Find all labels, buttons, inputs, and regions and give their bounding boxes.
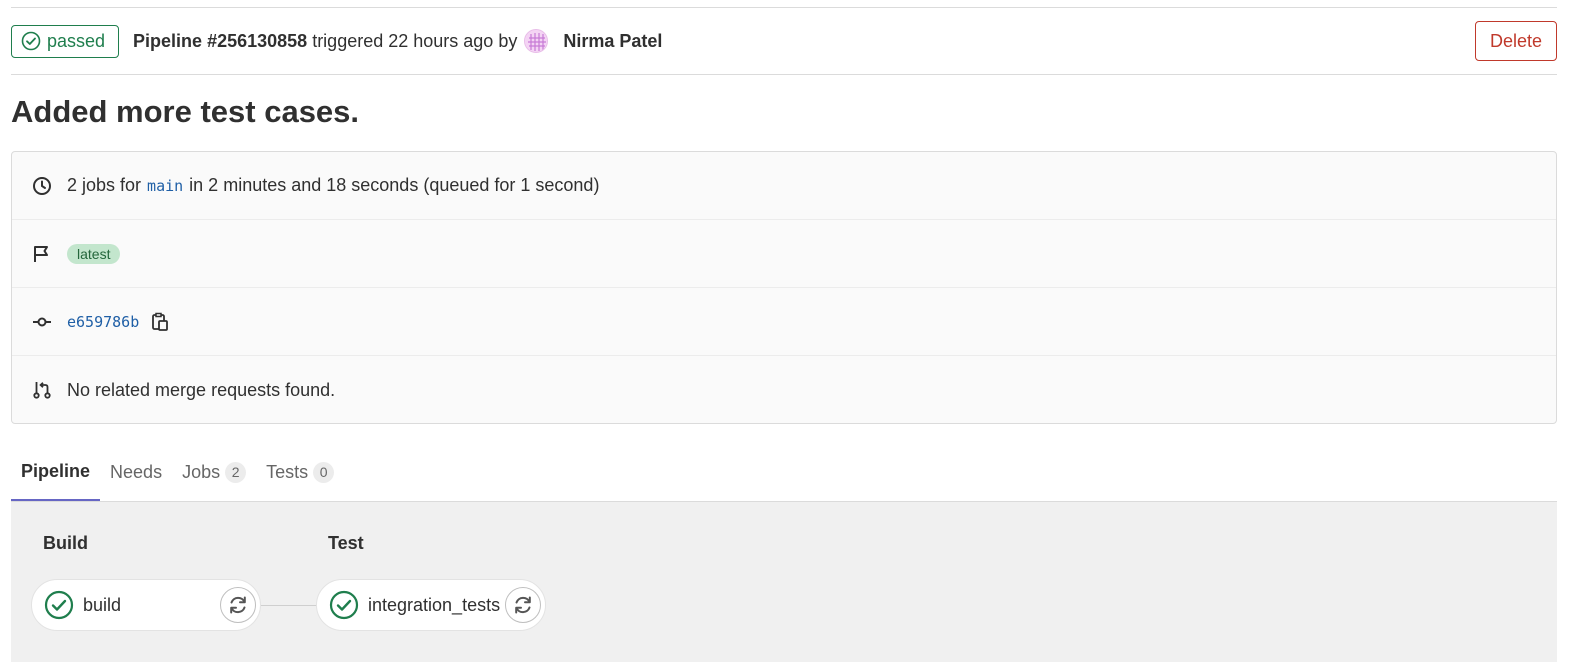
tests-count-badge: 0 [313,462,335,483]
author-name[interactable]: Nirma Patel [563,31,662,52]
copy-clipboard-icon[interactable] [151,312,169,332]
retry-icon [512,594,534,616]
merge-requests-row: No related merge requests found. [12,356,1556,424]
job-build[interactable]: build [31,579,261,631]
jobs-summary-suffix: in 2 minutes and 18 seconds (queued for … [189,175,600,195]
duration-row: 2 jobs for main in 2 minutes and 18 seco… [12,152,1556,220]
pipeline-info-panel: 2 jobs for main in 2 minutes and 18 seco… [11,151,1557,424]
check-circle-icon [329,590,359,620]
stage-title-test: Test [328,533,364,553]
pipeline-tabs: Pipeline Needs Jobs 2 Tests 0 [11,444,1557,502]
tab-needs[interactable]: Needs [100,444,172,501]
stage-title-build: Build [43,533,88,553]
branch-link[interactable]: main [147,177,183,195]
merge-request-icon [32,380,52,400]
jobs-count-badge: 2 [225,462,247,483]
job-integration-tests[interactable]: integration_tests [316,579,546,631]
commit-row: e659786b [12,288,1556,356]
retry-icon [227,594,249,616]
commit-icon [32,312,52,332]
tab-label: Needs [110,462,163,482]
pipeline-id: Pipeline #256130858 [133,30,308,51]
tab-pipeline[interactable]: Pipeline [11,444,101,501]
commit-title: Added more test cases. [11,94,360,129]
tab-label: Jobs [182,462,221,482]
commit-sha-link[interactable]: e659786b [67,313,139,331]
flag-icon [32,244,52,264]
triggered-text: triggered 22 hours ago by [312,30,518,51]
pipeline-header: passed Pipeline #256130858 triggered 22 … [11,8,1557,75]
tab-label: Pipeline [21,461,91,481]
retry-button[interactable] [505,587,541,623]
job-name: integration_tests [368,594,501,615]
pipeline-page: passed Pipeline #256130858 triggered 22 … [0,0,1582,662]
stage-connector [261,605,318,606]
status-badge-passed[interactable]: passed [11,24,120,58]
delete-button[interactable]: Delete [1474,21,1557,61]
status-label: passed [47,30,106,51]
avatar[interactable] [524,29,549,53]
check-circle-icon [21,31,41,51]
tab-tests[interactable]: Tests 0 [256,444,344,501]
clock-icon [32,176,52,196]
retry-button[interactable] [220,587,256,623]
pipeline-graph: Build Test build integration_tests [11,502,1557,662]
job-name: build [83,594,122,615]
badges-row: latest [12,220,1556,288]
jobs-summary-prefix: 2 jobs for [67,175,142,195]
tab-jobs[interactable]: Jobs 2 [172,444,256,501]
merge-requests-text: No related merge requests found. [67,379,336,400]
tab-label: Tests [266,462,309,482]
check-circle-icon [44,590,74,620]
latest-badge: latest [67,243,121,264]
